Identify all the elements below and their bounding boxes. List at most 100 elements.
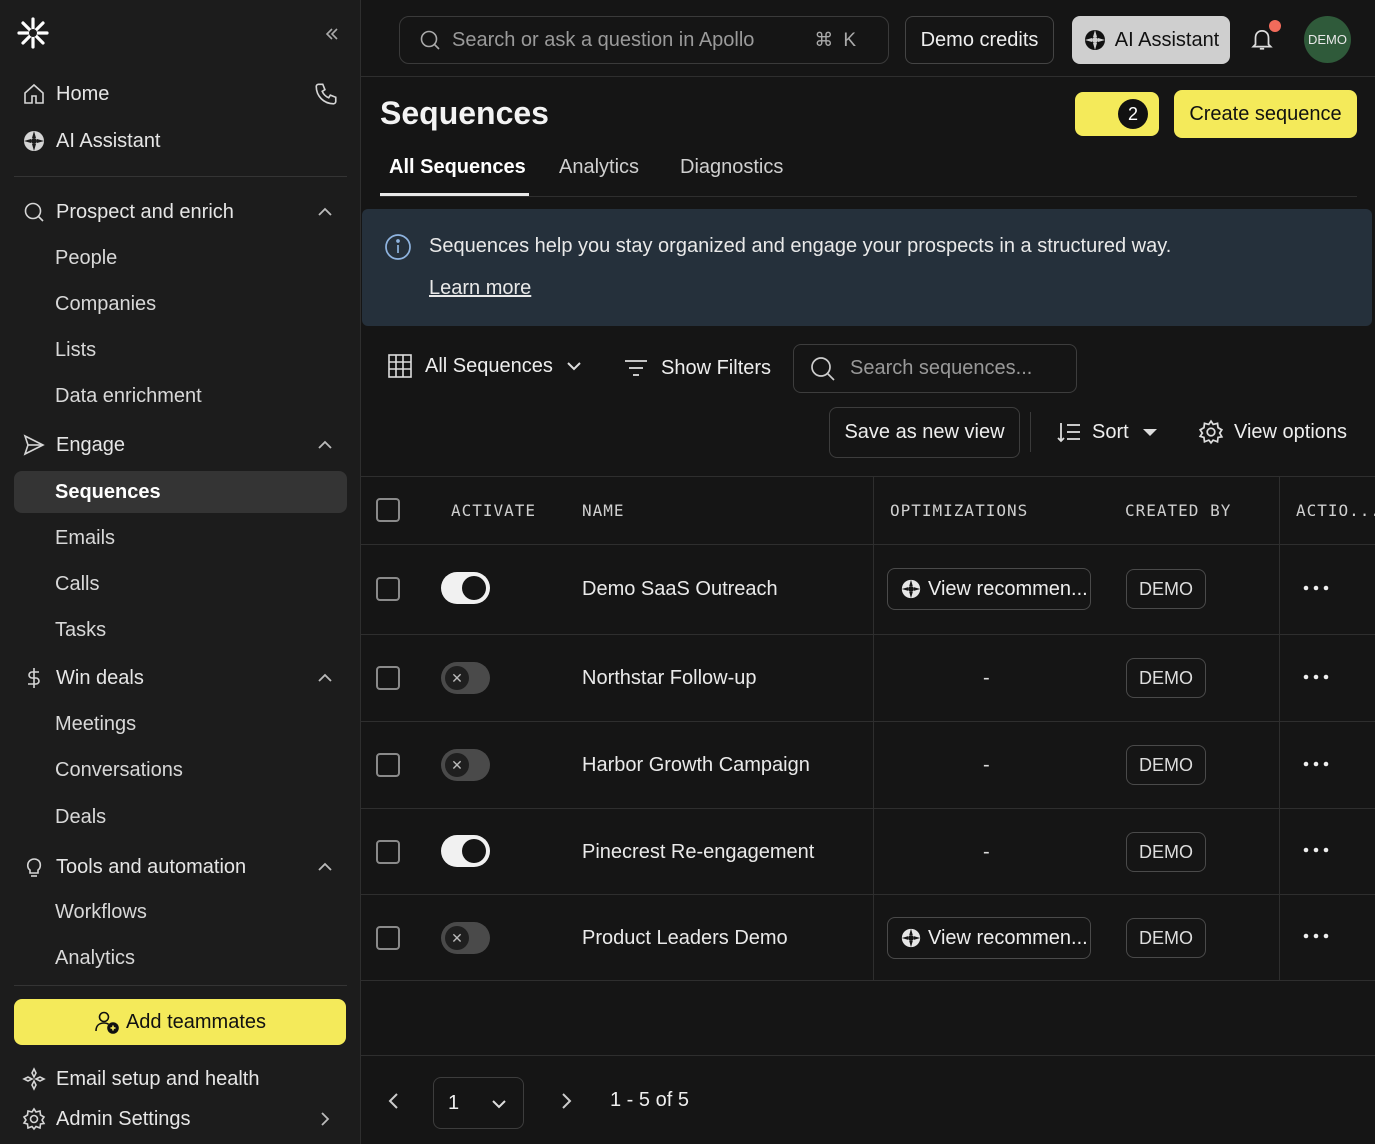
sidebar-section-tools[interactable]: Tools and automation <box>14 846 347 888</box>
ai-assistant-icon <box>900 927 922 949</box>
gear-icon <box>22 1107 46 1131</box>
sequence-name[interactable]: Harbor Growth Campaign <box>582 754 810 777</box>
tab-analytics[interactable]: Analytics <box>559 156 639 179</box>
table-row[interactable]: Pinecrest Re-engagement - DEMO <box>361 809 1375 895</box>
gear-icon <box>1198 419 1224 445</box>
chevron-up-icon[interactable] <box>315 668 335 688</box>
sidebar-section-prospect[interactable]: Prospect and enrich <box>14 191 347 233</box>
column-header-name[interactable]: NAME <box>582 501 625 520</box>
ai-assistant-button[interactable]: AI Assistant <box>1072 16 1230 64</box>
column-header-created-by[interactable]: CREATED BY <box>1125 501 1231 520</box>
demo-credits-button[interactable]: Demo credits <box>905 16 1054 64</box>
table-row[interactable]: ✕ Harbor Growth Campaign - DEMO <box>361 722 1375 809</box>
table-icon <box>387 353 413 379</box>
view-select-dropdown[interactable]: All Sequences <box>387 353 583 379</box>
sidebar-item-conversations[interactable]: Conversations <box>14 749 347 791</box>
sort-button[interactable]: Sort <box>1056 419 1159 445</box>
apollo-logo-icon[interactable] <box>16 16 50 50</box>
column-header-optimizations[interactable]: OPTIMIZATIONS <box>890 501 1028 520</box>
sidebar-section-win-deals[interactable]: Win deals <box>14 657 347 699</box>
sidebar-item-sequences[interactable]: Sequences <box>14 471 347 513</box>
sequence-name[interactable]: Demo SaaS Outreach <box>582 578 778 601</box>
next-page-icon[interactable] <box>555 1090 577 1112</box>
row-checkbox[interactable] <box>376 840 400 864</box>
learn-more-link[interactable]: Learn more <box>429 277 531 300</box>
column-header-activate[interactable]: ACTIVATE <box>451 501 536 520</box>
sidebar-item-tasks[interactable]: Tasks <box>14 609 347 651</box>
pagination: 1 1 - 5 of 5 <box>361 1055 1375 1144</box>
sort-icon <box>1056 419 1082 445</box>
view-recommendations-button[interactable]: View recommen... <box>887 917 1091 959</box>
filter-icon <box>623 355 649 381</box>
sidebar-item-data-enrichment[interactable]: Data enrichment <box>14 375 347 417</box>
select-all-checkbox[interactable] <box>376 498 400 522</box>
chevron-up-icon[interactable] <box>315 857 335 877</box>
create-sequence-button[interactable]: Create sequence <box>1174 90 1357 138</box>
sidebar-section-engage[interactable]: Engage <box>14 424 347 466</box>
chevron-up-icon[interactable] <box>315 435 335 455</box>
tab-diagnostics[interactable]: Diagnostics <box>680 156 783 179</box>
save-view-button[interactable]: Save as new view <box>829 407 1020 458</box>
search-sequences-input[interactable]: Search sequences... <box>793 344 1077 393</box>
activate-toggle[interactable]: ✕ <box>441 922 490 954</box>
sidebar-item-label: Home <box>56 82 110 105</box>
row-checkbox[interactable] <box>376 666 400 690</box>
activate-toggle[interactable] <box>441 835 490 867</box>
chevron-right-icon[interactable] <box>315 1109 335 1129</box>
search-icon <box>810 356 836 382</box>
row-checkbox[interactable] <box>376 753 400 777</box>
sidebar-item-ai-assistant[interactable]: AI Assistant <box>14 120 347 162</box>
lightbulb-icon <box>22 855 46 879</box>
column-header-actions[interactable]: ACTIO... <box>1296 501 1375 520</box>
activate-toggle[interactable] <box>441 572 490 604</box>
global-search-input[interactable]: Search or ask a question in Apollo ⌘K <box>399 16 889 64</box>
sequence-name[interactable]: Northstar Follow-up <box>582 667 757 690</box>
avatar[interactable]: DEMO <box>1304 16 1351 63</box>
phone-icon[interactable] <box>313 81 339 107</box>
search-sequences-placeholder: Search sequences... <box>850 357 1033 379</box>
sequence-name[interactable]: Product Leaders Demo <box>582 927 788 950</box>
show-filters-button[interactable]: Show Filters <box>623 355 771 381</box>
view-recommendations-button[interactable]: View recommen... <box>887 568 1091 610</box>
more-actions-icon[interactable] <box>1301 931 1331 941</box>
top-bar: Search or ask a question in Apollo ⌘K De… <box>361 0 1375 77</box>
view-select-label: All Sequences <box>425 354 553 377</box>
sidebar-item-calls[interactable]: Calls <box>14 563 347 605</box>
sequence-name[interactable]: Pinecrest Re-engagement <box>582 841 814 864</box>
more-actions-icon[interactable] <box>1301 672 1331 682</box>
activate-toggle[interactable]: ✕ <box>441 662 490 694</box>
sidebar-item-meetings[interactable]: Meetings <box>14 703 347 745</box>
table-row[interactable]: Demo SaaS Outreach View recommen... DEMO <box>361 545 1375 635</box>
search-icon <box>418 28 442 52</box>
sequence-count-badge[interactable]: 2 <box>1075 92 1159 136</box>
row-checkbox[interactable] <box>376 577 400 601</box>
sidebar-item-home[interactable]: Home <box>14 73 347 115</box>
row-checkbox[interactable] <box>376 926 400 950</box>
sidebar-item-emails[interactable]: Emails <box>14 517 347 559</box>
badge-count-value: 2 <box>1118 99 1148 129</box>
chevron-up-icon[interactable] <box>315 202 335 222</box>
sidebar-item-deals[interactable]: Deals <box>14 796 347 838</box>
more-actions-icon[interactable] <box>1301 759 1331 769</box>
sidebar-item-people[interactable]: People <box>14 237 347 279</box>
view-options-button[interactable]: View options <box>1198 419 1347 445</box>
collapse-sidebar-icon[interactable] <box>322 24 342 44</box>
sidebar-item-companies[interactable]: Companies <box>14 283 347 325</box>
tab-all-sequences[interactable]: All Sequences <box>389 156 526 179</box>
more-actions-icon[interactable] <box>1301 845 1331 855</box>
page-select[interactable]: 1 <box>433 1077 524 1129</box>
previous-page-icon[interactable] <box>383 1090 405 1112</box>
more-actions-icon[interactable] <box>1301 583 1331 593</box>
sidebar-item-lists[interactable]: Lists <box>14 329 347 371</box>
activate-toggle[interactable]: ✕ <box>441 749 490 781</box>
sidebar-item-analytics[interactable]: Analytics <box>14 937 347 979</box>
add-teammates-button[interactable]: Add teammates <box>14 999 346 1045</box>
page-range: 1 - 5 of 5 <box>610 1089 689 1111</box>
sidebar-item-admin-settings[interactable]: Admin Settings <box>14 1098 347 1140</box>
table-row[interactable]: ✕ Product Leaders Demo View recommen... … <box>361 895 1375 981</box>
sidebar-section-label: Engage <box>56 433 125 456</box>
sidebar-item-workflows[interactable]: Workflows <box>14 891 347 933</box>
table-row[interactable]: ✕ Northstar Follow-up - DEMO <box>361 635 1375 722</box>
sidebar-item-email-setup[interactable]: Email setup and health <box>14 1058 347 1100</box>
ai-assistant-icon <box>900 578 922 600</box>
